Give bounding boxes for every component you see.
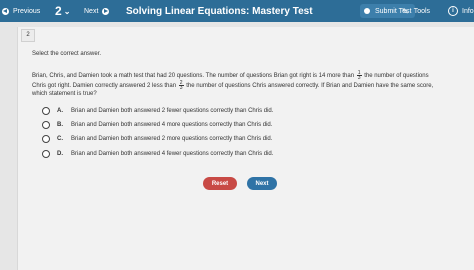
radio-button-a[interactable] <box>42 106 50 115</box>
pencil-icon: ✎ <box>402 6 409 16</box>
fraction-denominator: 3 <box>179 84 183 91</box>
tools-label: Tools <box>413 7 431 15</box>
answer-option-b[interactable]: B. Brian and Damien both answered 4 more… <box>42 120 272 129</box>
next-arrow-icon <box>102 7 110 15</box>
fraction-one-third: 1 3 <box>356 71 362 81</box>
radio-button-c[interactable] <box>42 134 50 143</box>
previous-label: Previous <box>13 7 41 15</box>
answer-option-a[interactable]: A. Brian and Damien both answered 2 fewe… <box>42 106 273 115</box>
radio-button-d[interactable] <box>42 149 50 158</box>
fraction-two-thirds: 2 3 <box>178 80 184 91</box>
submit-icon <box>364 8 370 14</box>
radio-button-b[interactable] <box>42 120 50 129</box>
option-text: Brian and Damien both answered 2 more qu… <box>71 135 273 142</box>
question-selector[interactable]: 2 ⌄ <box>55 0 70 22</box>
question-number: 2 <box>55 4 62 18</box>
option-letter: A. <box>57 107 63 114</box>
question-stem: Brian, Chris, and Damien took a math tes… <box>32 71 442 99</box>
instruction-text: Select the correct answer. <box>32 51 102 57</box>
option-letter: D. <box>57 150 63 157</box>
option-text: Brian and Damien both answered 4 fewer q… <box>71 150 274 157</box>
previous-button[interactable]: Previous <box>2 0 40 22</box>
info-button[interactable]: i Info <box>448 0 474 22</box>
tools-button[interactable]: ✎ Tools <box>402 0 430 22</box>
toolbar-next-button[interactable]: Next <box>84 0 110 22</box>
fraction-denominator: 3 <box>357 75 361 81</box>
next-button[interactable]: Next <box>247 177 277 190</box>
option-text: Brian and Damien both answered 2 fewer q… <box>71 107 274 114</box>
option-letter: B. <box>57 121 63 128</box>
info-label: Info <box>462 7 474 15</box>
toolbar-next-label: Next <box>84 7 99 15</box>
info-icon: i <box>448 6 458 16</box>
test-title: Solving Linear Equations: Mastery Test <box>126 5 313 17</box>
chevron-down-icon: ⌄ <box>63 6 71 16</box>
answer-option-c[interactable]: C. Brian and Damien both answered 2 more… <box>42 134 272 143</box>
top-toolbar: Previous 2 ⌄ Next Solving Linear Equatio… <box>0 0 474 22</box>
previous-arrow-icon <box>2 7 9 15</box>
answer-option-d[interactable]: D. Brian and Damien both answered 4 fewe… <box>42 149 273 158</box>
reset-button[interactable]: Reset <box>203 177 237 190</box>
option-letter: C. <box>57 135 63 142</box>
option-text: Brian and Damien both answered 4 more qu… <box>71 121 273 128</box>
question-badge: 2 <box>21 29 35 42</box>
stem-part-1: Brian, Chris, and Damien took a math tes… <box>32 73 355 80</box>
